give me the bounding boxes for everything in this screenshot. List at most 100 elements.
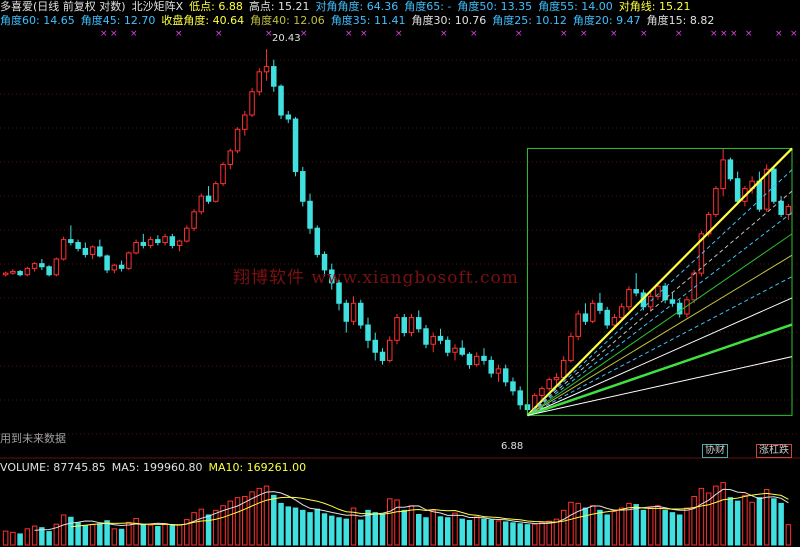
candle-body-98 bbox=[713, 188, 719, 215]
fan-ray-4 bbox=[527, 233, 793, 416]
fan-ray-6 bbox=[527, 276, 793, 416]
marker-7: × bbox=[345, 29, 353, 39]
header-row1-item-5: 角度65: - bbox=[404, 0, 452, 13]
candle-body-27 bbox=[198, 195, 205, 213]
marker-13: × bbox=[560, 29, 568, 39]
candle-body-86 bbox=[626, 289, 632, 308]
candle-body-85 bbox=[618, 306, 625, 319]
volume-bar-65 bbox=[473, 516, 480, 546]
volume-bar-49 bbox=[358, 519, 364, 546]
volume-bar-0 bbox=[2, 530, 9, 546]
candle-body-77 bbox=[560, 359, 567, 378]
candle-body-36 bbox=[263, 66, 270, 73]
candle-body-78 bbox=[568, 335, 574, 361]
volume-bar-75 bbox=[546, 520, 552, 546]
volume-bar-19 bbox=[140, 523, 147, 546]
header-row1-item-2: 低点: 6.88 bbox=[189, 0, 243, 13]
header-row2-item-2: 收盘角度: 40.64 bbox=[161, 14, 245, 27]
candle-body-49 bbox=[358, 302, 364, 326]
candle-body-55 bbox=[401, 317, 407, 334]
candle-body-75 bbox=[546, 379, 552, 390]
candle-body-13 bbox=[97, 246, 103, 257]
candle-body-59 bbox=[430, 335, 436, 345]
volume-bar-61 bbox=[444, 517, 451, 546]
candle-body-24 bbox=[176, 240, 183, 246]
marker-9: × bbox=[395, 29, 403, 39]
marker-8: × bbox=[360, 29, 368, 39]
volume-header: VOLUME: 87745.85 MA5: 199960.80 MA10: 1692… bbox=[0, 461, 312, 475]
volume-bar-102 bbox=[742, 494, 748, 546]
candle-body-29 bbox=[213, 183, 219, 202]
fan-ray-7 bbox=[527, 297, 793, 416]
candle-body-76 bbox=[553, 376, 560, 381]
candle-body-17 bbox=[126, 252, 132, 269]
candle-body-63 bbox=[459, 347, 465, 355]
volume-bar-78 bbox=[568, 501, 574, 546]
volume-bar-8 bbox=[60, 514, 67, 546]
header-row2-item-0: 角度60: 14.65 bbox=[0, 14, 75, 27]
volume-header-item-0: VOLUME: 87745.85 bbox=[0, 461, 106, 474]
volume-bar-79 bbox=[575, 502, 581, 546]
volume-bar-81 bbox=[589, 505, 596, 546]
candle-body-68 bbox=[495, 368, 502, 374]
header-row1-item-4: 对角角度: 64.36 bbox=[315, 0, 399, 13]
volume-bar-106 bbox=[771, 498, 777, 546]
header-row2-item-5: 角度30: 10.76 bbox=[411, 14, 487, 27]
candle-body-99 bbox=[720, 159, 726, 190]
marker-22: × bbox=[775, 29, 783, 39]
volume-bar-67 bbox=[488, 519, 494, 546]
volume-bar-12 bbox=[89, 524, 96, 546]
candle-body-37 bbox=[271, 66, 277, 87]
candle-body-11 bbox=[82, 247, 89, 255]
volume-bar-53 bbox=[387, 498, 393, 546]
candle-body-8 bbox=[60, 239, 67, 260]
low-price-label: 6.88 bbox=[501, 441, 524, 452]
volume-bar-76 bbox=[553, 518, 560, 546]
marker-12: × bbox=[515, 29, 523, 39]
volume-bar-84 bbox=[611, 511, 618, 546]
watermark: 翔博软件 www.xiangbosoft.com bbox=[233, 268, 519, 288]
candle-body-38 bbox=[278, 85, 284, 116]
header-row1-item-1: 北沙矩阵X bbox=[131, 0, 184, 13]
candle-body-101 bbox=[734, 178, 741, 202]
volume-bar-24 bbox=[176, 524, 183, 546]
candle-body-23 bbox=[169, 236, 176, 246]
candlestick-series[interactable] bbox=[2, 49, 792, 416]
header-row2-item-6: 角度25: 10.12 bbox=[492, 14, 567, 27]
volume-bar-9 bbox=[68, 516, 74, 546]
candle-body-81 bbox=[589, 302, 596, 322]
volume-bar-70 bbox=[510, 522, 516, 546]
fan-ray-9 bbox=[527, 356, 793, 416]
volume-bar-92 bbox=[669, 512, 676, 546]
candle-body-43 bbox=[314, 227, 321, 255]
candle-body-21 bbox=[155, 239, 161, 244]
candle-body-0 bbox=[2, 272, 9, 276]
candle-body-89 bbox=[647, 295, 654, 308]
volume-bar-99 bbox=[720, 482, 726, 546]
marker-17: × bbox=[675, 29, 683, 39]
candle-body-82 bbox=[597, 302, 603, 311]
marker-16: × bbox=[640, 29, 648, 39]
volume-bar-37 bbox=[271, 494, 277, 546]
marker-4: × bbox=[215, 29, 223, 39]
header-row2-item-7: 角度20: 9.47 bbox=[572, 14, 641, 27]
volume-series[interactable] bbox=[2, 482, 792, 546]
fan-ray-5 bbox=[527, 254, 793, 416]
volume-bar-96 bbox=[698, 487, 705, 546]
angle-fan-lines bbox=[526, 147, 793, 417]
left-badge: 协财 bbox=[702, 444, 728, 458]
candle-body-4 bbox=[31, 263, 38, 269]
candle-body-6 bbox=[46, 266, 52, 276]
marker-18: × bbox=[710, 29, 718, 39]
candle-body-57 bbox=[415, 317, 422, 330]
volume-bar-104 bbox=[756, 497, 763, 546]
volume-bar-59 bbox=[430, 509, 436, 546]
candle-body-15 bbox=[111, 264, 118, 271]
volume-bar-93 bbox=[676, 514, 683, 546]
marker-15: × bbox=[610, 29, 618, 39]
candle-body-62 bbox=[452, 347, 458, 353]
candle-body-26 bbox=[191, 211, 197, 229]
volume-bar-100 bbox=[727, 497, 734, 546]
volume-bar-42 bbox=[307, 512, 313, 546]
candle-body-104 bbox=[756, 180, 763, 210]
